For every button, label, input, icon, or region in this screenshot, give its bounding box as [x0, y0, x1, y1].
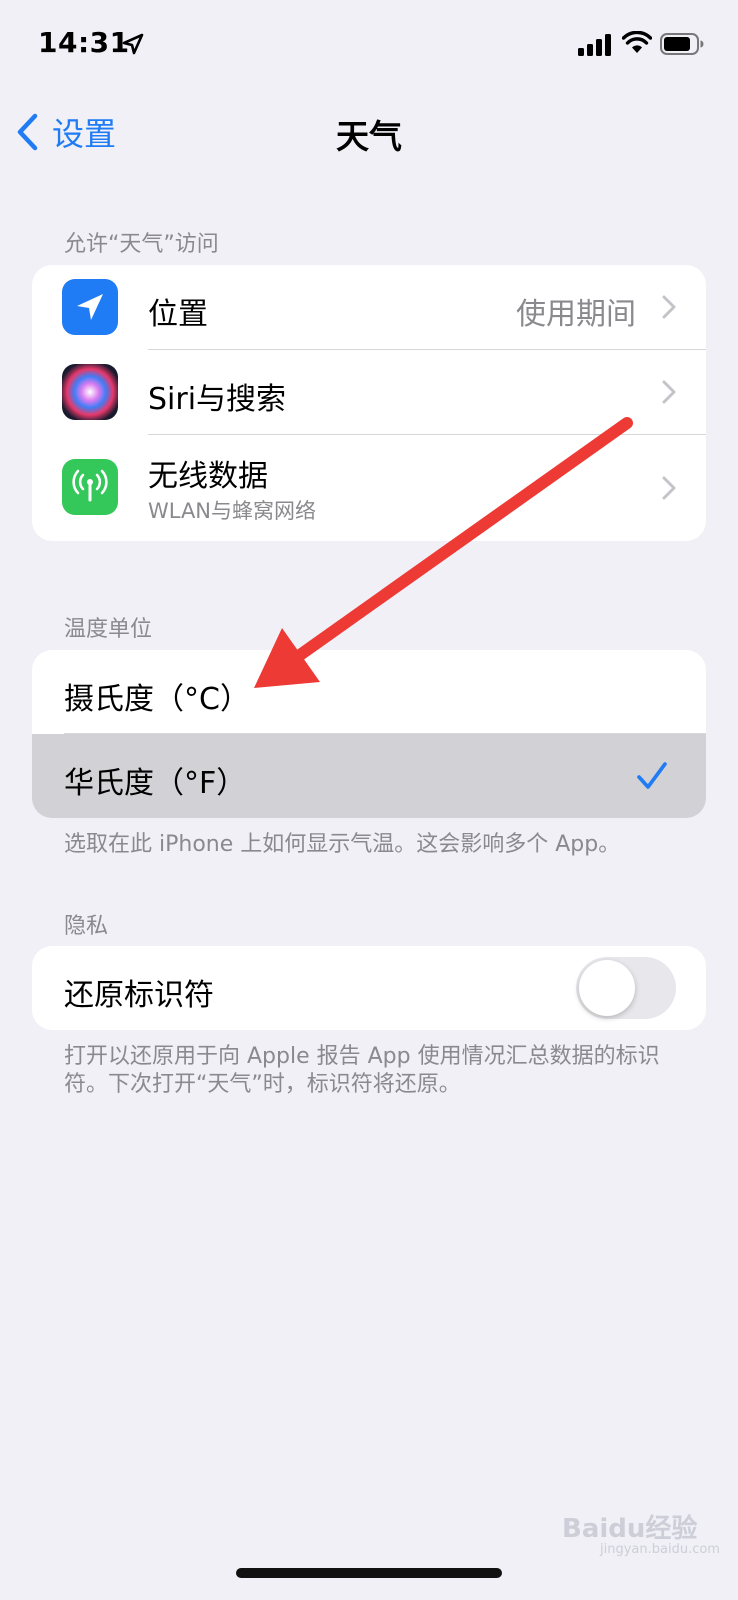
privacy-section-header: 隐私 — [64, 914, 109, 939]
access-card: 位置 使用期间 Siri与搜索 无线数据 WLAN与蜂窝网络 — [32, 265, 706, 541]
status-time: 14:31 — [38, 26, 130, 59]
navigation-bar: 设置 天气 — [0, 92, 738, 172]
chevron-right-icon — [662, 295, 676, 319]
chevron-right-icon — [662, 476, 676, 500]
watermark-url: jingyan.baidu.com — [600, 1542, 720, 1557]
reset-identifier-row: 还原标识符 — [32, 946, 706, 1030]
location-arrow-icon — [122, 33, 144, 55]
wireless-data-sublabel: WLAN与蜂窝网络 — [148, 499, 317, 523]
access-section-header: 允许“天气”访问 — [64, 232, 219, 257]
location-value: 使用期间 — [516, 297, 636, 332]
chevron-right-icon — [662, 380, 676, 404]
siri-row[interactable]: Siri与搜索 — [32, 350, 706, 435]
watermark-logo: Baidu经验 — [562, 1514, 698, 1544]
wireless-data-label: 无线数据 — [148, 459, 268, 494]
celsius-option[interactable]: 摄氏度（°C） — [32, 650, 706, 734]
reset-identifier-label: 还原标识符 — [64, 978, 214, 1013]
battery-icon — [660, 33, 704, 55]
status-bar: 14:31 — [0, 0, 738, 92]
privacy-footer: 打开以还原用于向 Apple 报告 App 使用情况汇总数据的标识符。下次打开“… — [64, 1044, 660, 1097]
wifi-icon — [622, 31, 652, 53]
signal-icon — [578, 34, 611, 56]
fahrenheit-label: 华氏度（°F） — [64, 766, 247, 801]
toggle-knob — [579, 960, 635, 1016]
reset-identifier-toggle[interactable] — [576, 957, 676, 1019]
location-label: 位置 — [148, 297, 208, 332]
celsius-label: 摄氏度（°C） — [64, 682, 250, 717]
fahrenheit-option[interactable]: 华氏度（°F） — [32, 734, 706, 818]
checkmark-icon — [637, 762, 667, 789]
location-row[interactable]: 位置 使用期间 — [32, 265, 706, 350]
antenna-icon — [62, 459, 118, 515]
location-icon — [62, 279, 118, 335]
privacy-card: 还原标识符 — [32, 946, 706, 1030]
siri-icon — [62, 364, 118, 420]
temp-footer: 选取在此 iPhone 上如何显示气温。这会影响多个 App。 — [64, 832, 621, 857]
home-indicator[interactable] — [236, 1568, 502, 1578]
temp-card: 摄氏度（°C） 华氏度（°F） — [32, 650, 706, 818]
siri-label: Siri与搜索 — [148, 382, 287, 417]
page-title: 天气 — [336, 117, 402, 156]
temp-section-header: 温度单位 — [64, 617, 153, 642]
wireless-data-row[interactable]: 无线数据 WLAN与蜂窝网络 — [32, 435, 706, 541]
